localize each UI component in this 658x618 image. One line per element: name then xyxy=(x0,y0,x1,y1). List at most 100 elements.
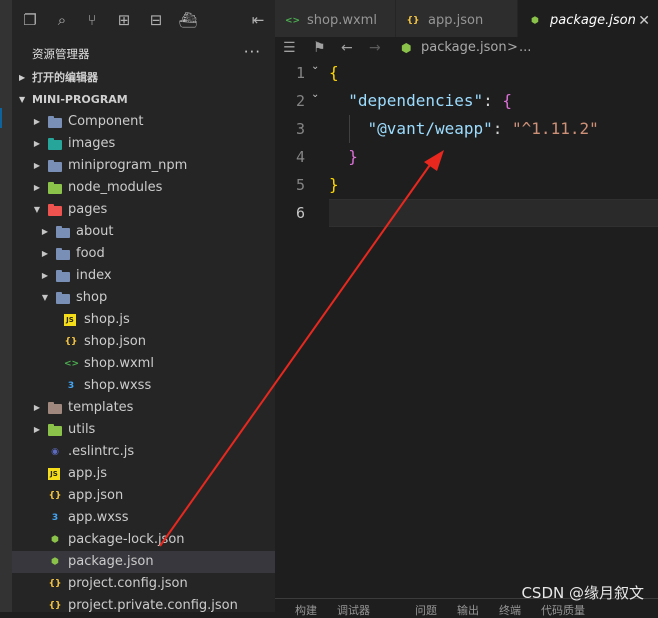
tab-label: app.json xyxy=(428,13,484,28)
brace: { xyxy=(502,91,513,110)
tree-item-label: index xyxy=(76,268,112,283)
json-key: "@vant/weapp" xyxy=(367,119,493,138)
chevron-right-icon[interactable]: ▶ xyxy=(40,221,50,243)
tree-item[interactable]: {} project.private.config.json xyxy=(12,595,275,612)
tree-item[interactable]: ⬢ package.json xyxy=(12,551,275,573)
tree-item[interactable]: ▶ images xyxy=(12,133,275,155)
extensions-icon[interactable]: ⊞ xyxy=(114,10,134,30)
line-number: 1 xyxy=(295,64,305,82)
code-editor[interactable]: 1 2 3 4 5 6 ⌄ ⌄ { "dependencies": { "@vant/we… xyxy=(275,59,658,612)
open-editors-section[interactable]: ▶ 打开的编辑器 xyxy=(12,67,275,89)
more-actions-icon[interactable]: ··· xyxy=(244,42,261,66)
panel-tab[interactable]: 问题 xyxy=(415,602,437,618)
explorer-title: 资源管理器 xyxy=(32,47,90,61)
tree-item[interactable]: {} shop.json xyxy=(12,331,275,353)
tree-item[interactable]: 3 app.wxss xyxy=(12,507,275,529)
search-icon[interactable]: ⌕ xyxy=(52,10,72,30)
tree-item-label: project.private.config.json xyxy=(68,598,238,612)
chevron-right-icon[interactable]: ▶ xyxy=(32,155,42,177)
chevron-right-icon[interactable]: ▶ xyxy=(32,397,42,419)
chevron-right-icon[interactable]: ▶ xyxy=(32,111,42,133)
code-line-2: "dependencies": { xyxy=(329,87,658,115)
tab-package-json[interactable]: ⬢ package.json ✕ xyxy=(518,0,658,42)
tab-app-json[interactable]: {} app.json xyxy=(396,0,518,42)
tree-item[interactable]: ⬢ package-lock.json xyxy=(12,529,275,551)
panel-tab[interactable]: 输出 xyxy=(457,602,479,618)
json-file-icon: {} xyxy=(64,337,78,347)
chevron-right-icon[interactable]: ▶ xyxy=(40,243,50,265)
breadcrumb: ☰ ⚑ ← → ⬢ package.json > ... xyxy=(275,37,658,59)
source-control-icon[interactable]: ⑂ xyxy=(82,10,102,30)
folder-icon xyxy=(56,226,70,238)
tree-item[interactable]: {} app.json xyxy=(12,485,275,507)
breadcrumb-rest[interactable]: ... xyxy=(519,37,531,59)
tree-item[interactable]: ▶ index xyxy=(12,265,275,287)
forward-arrow-icon[interactable]: → xyxy=(369,37,381,59)
node-package-icon: ⬢ xyxy=(401,41,412,55)
open-folder-icon xyxy=(56,292,70,304)
tree-item[interactable]: <> shop.wxml xyxy=(12,353,275,375)
tree-item-label: images xyxy=(68,136,116,151)
folder-icon xyxy=(48,160,62,172)
node-package-icon: ⬢ xyxy=(51,535,59,545)
code-content[interactable]: { "dependencies": { "@vant/weapp": "^1.1… xyxy=(329,59,658,227)
json-file-icon: {} xyxy=(406,16,420,26)
project-section[interactable]: ▼ MINI-PROGRAM xyxy=(12,89,275,111)
tree-item[interactable]: ▼ pages xyxy=(12,199,275,221)
chevron-right-icon[interactable]: ▶ xyxy=(40,265,50,287)
node-folder-icon xyxy=(48,182,62,194)
open-editors-label: 打开的编辑器 xyxy=(32,71,98,84)
tree-item[interactable]: JS app.js xyxy=(12,463,275,485)
list-icon[interactable]: ☰ xyxy=(283,37,296,59)
chevron-down-icon[interactable]: ▼ xyxy=(32,199,42,221)
tree-item[interactable]: {} project.config.json xyxy=(12,573,275,595)
wxml-file-icon: <> xyxy=(64,359,80,369)
explorer-toolbar: ❐ ⌕ ⑂ ⊞ ⊟ ⛴ ⇤ xyxy=(12,0,275,42)
tree-item[interactable]: ▶ about xyxy=(12,221,275,243)
tree-item[interactable]: 3 shop.wxss xyxy=(12,375,275,397)
eslint-file-icon: ◉ xyxy=(51,447,59,457)
tree-item[interactable]: ◉ .eslintrc.js xyxy=(12,441,275,463)
bookmark-icon[interactable]: ⚑ xyxy=(313,37,326,59)
tree-item-label: package-lock.json xyxy=(68,532,185,547)
explorer-sidebar: 资源管理器 ··· ▶ 打开的编辑器 ▼ MINI-PROGRAM ▶ Compo… xyxy=(12,42,275,612)
docker-icon[interactable]: ⛴ xyxy=(178,10,198,30)
panel-tab[interactable]: 构建 xyxy=(295,602,317,618)
tree-item[interactable]: ▶ miniprogram_npm xyxy=(12,155,275,177)
utils-folder-icon xyxy=(48,424,62,436)
json-value: "^1.11.2" xyxy=(512,119,599,138)
line-number-gutter: 1 2 3 4 5 6 xyxy=(275,59,315,227)
ide-window: ❐ ⌕ ⑂ ⊞ ⊟ ⛴ ⇤ 资源管理器 ··· ▶ 打开的编辑器 ▼ MINI-… xyxy=(0,0,658,617)
panel-tab[interactable]: 终端 xyxy=(499,602,521,618)
js-file-icon: JS xyxy=(64,314,76,326)
css-file-icon: 3 xyxy=(51,513,59,523)
tree-item[interactable]: ▶ Component xyxy=(12,111,275,133)
tree-item[interactable]: ▶ utils xyxy=(12,419,275,441)
panel-tab[interactable]: 代码质量 xyxy=(541,602,585,618)
files-icon[interactable]: ❐ xyxy=(20,10,40,30)
collapse-sidebar-icon[interactable]: ⇤ xyxy=(248,10,268,30)
tree-item-label: Component xyxy=(68,114,144,129)
tree-item[interactable]: JS shop.js xyxy=(12,309,275,331)
fold-chevron-icon[interactable]: ⌄ xyxy=(311,89,319,100)
debug-panel-icon[interactable]: ⊟ xyxy=(146,10,166,30)
chevron-right-icon[interactable]: ▶ xyxy=(32,177,42,199)
panel-tab[interactable]: 调试器 xyxy=(337,602,370,618)
code-line-3: "@vant/weapp": "^1.11.2" xyxy=(329,115,658,143)
css-file-icon: 3 xyxy=(67,381,75,391)
breadcrumb-file[interactable]: package.json xyxy=(421,37,507,59)
tree-item[interactable]: ▶ node_modules xyxy=(12,177,275,199)
tree-item-label: app.js xyxy=(68,466,107,481)
tree-item-label: shop.js xyxy=(84,312,130,327)
tab-shop-wxml[interactable]: <> shop.wxml xyxy=(275,0,396,42)
js-file-icon: JS xyxy=(48,468,60,480)
tree-item[interactable]: ▶ food xyxy=(12,243,275,265)
fold-chevron-icon[interactable]: ⌄ xyxy=(311,61,319,72)
chevron-right-icon[interactable]: ▶ xyxy=(32,419,42,441)
tree-item[interactable]: ▶ templates xyxy=(12,397,275,419)
back-arrow-icon[interactable]: ← xyxy=(341,37,353,59)
chevron-down-icon[interactable]: ▼ xyxy=(40,287,50,309)
tree-item[interactable]: ▼ shop xyxy=(12,287,275,309)
close-icon[interactable]: ✕ xyxy=(638,0,650,42)
chevron-right-icon[interactable]: ▶ xyxy=(32,133,42,155)
